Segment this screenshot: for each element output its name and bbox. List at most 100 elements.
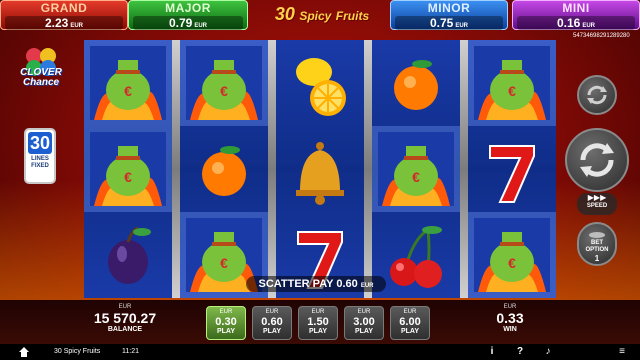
jackpot-minor: MINOR 0.75 EUR <box>390 0 508 30</box>
menu-icon[interactable]: ≡ <box>614 344 630 360</box>
speed-label: SPEED <box>586 203 608 209</box>
bet-button[interactable]: EUR 0.60 PLAY <box>252 306 292 340</box>
jackpot-mini-name: MINI <box>562 1 590 15</box>
lemon-icon <box>296 58 346 116</box>
svg-text:€: € <box>124 83 132 99</box>
svg-text:€: € <box>508 83 516 99</box>
jackpot-major-value-row: 0.79 EUR <box>133 16 243 30</box>
bet-currency: EUR <box>403 309 417 315</box>
scatter-pay-banner: SCATTER PAY 0.60 EUR <box>246 276 386 292</box>
jackpot-grand-currency: EUR <box>70 23 84 29</box>
jackpot-major-name: MAJOR <box>165 1 211 15</box>
seven-icon <box>489 145 535 203</box>
plum-icon <box>108 226 151 284</box>
info-icon[interactable]: i <box>484 344 500 360</box>
game-logo: 30 Spicy Fruits <box>260 4 384 30</box>
bet-currency: EUR <box>219 309 233 315</box>
orange-icon <box>394 60 438 110</box>
svg-text:€: € <box>124 169 132 185</box>
jackpot-major: MAJOR 0.79 EUR <box>128 0 248 30</box>
bet-play-label: PLAY <box>400 328 420 335</box>
reel-symbol: € <box>468 212 556 298</box>
speed-icon: ▶▶▶ <box>587 193 607 202</box>
jackpot-grand: GRAND 2.23 EUR <box>0 0 128 30</box>
bet-play-label: PLAY <box>262 328 282 335</box>
home-icon[interactable] <box>18 346 30 358</box>
bet-option-button[interactable]: BET OPTION 1 <box>577 222 617 266</box>
bet-value: 6.00 <box>399 316 421 328</box>
spin-button[interactable] <box>565 128 629 192</box>
sound-icon[interactable]: ♪ <box>540 344 556 360</box>
jackpot-grand-value: 2.23 <box>44 16 69 30</box>
status-bar: 30 Spicy Fruits 11:21 i ? ♪ ≡ <box>0 344 640 360</box>
bet-currency: EUR <box>311 309 325 315</box>
help-icon[interactable]: ? <box>512 344 528 360</box>
reel-symbol <box>468 126 556 212</box>
lines-count: 30 <box>28 132 52 154</box>
reel-symbol: € <box>372 126 460 212</box>
clover-chance-label: CLOVER Chance <box>10 68 72 88</box>
svg-text:€: € <box>412 169 420 185</box>
logo-word2: Fruits <box>335 9 370 23</box>
balance-label: BALANCE <box>107 326 143 333</box>
bet-value: 1.50 <box>307 316 329 328</box>
bet-option-label1: BET <box>591 240 603 246</box>
reel-2: € € <box>180 40 268 298</box>
bet-value: 3.00 <box>353 316 375 328</box>
logo-word: Spicy <box>299 9 332 23</box>
autoplay-button[interactable] <box>577 75 617 115</box>
reel-symbol: € <box>180 40 268 126</box>
svg-text:€: € <box>220 83 228 99</box>
balance-value: 15 570.27 <box>93 310 157 326</box>
bet-button[interactable]: EUR 1.50 PLAY <box>298 306 338 340</box>
reel-4: € <box>372 40 460 298</box>
logo-number: 30 <box>274 4 295 24</box>
jackpot-minor-currency: EUR <box>455 23 469 29</box>
bet-play-label: PLAY <box>354 328 374 335</box>
bet-button[interactable]: EUR 0.30 PLAY <box>206 306 246 340</box>
game-screen: GRAND 2.23 EUR MAJOR 0.79 EUR 30 Spicy Fru… <box>0 0 640 360</box>
jackpot-grand-name: GRAND <box>40 1 88 15</box>
scatter-label: SCATTER PAY <box>258 278 334 290</box>
bet-button[interactable]: EUR 6.00 PLAY <box>390 306 430 340</box>
reel-symbol: € <box>468 40 556 126</box>
ticket-id: 54734698291289280 <box>573 33 630 39</box>
reel-1: € € <box>84 40 172 298</box>
lines-indicator: 30 LINES FIXED <box>24 128 56 184</box>
bet-value: 0.30 <box>215 316 237 328</box>
speed-button[interactable]: ▶▶▶ SPEED <box>577 193 617 215</box>
clock: 11:21 <box>122 348 139 355</box>
jackpot-mini: MINI 0.16 EUR <box>512 0 640 30</box>
jackpot-mini-value-row: 0.16 EUR <box>517 16 635 30</box>
bet-play-label: PLAY <box>308 328 328 335</box>
orange-icon <box>202 146 246 196</box>
reel-symbol <box>276 126 364 212</box>
bet-button[interactable]: EUR 3.00 PLAY <box>344 306 384 340</box>
svg-text:€: € <box>220 255 228 271</box>
reel-symbol <box>372 40 460 126</box>
reel-separator <box>364 40 372 298</box>
bet-option-value: 1 <box>594 254 600 263</box>
bet-value: 0.60 <box>261 316 283 328</box>
reel-3 <box>276 40 364 298</box>
reel-separator <box>172 40 180 298</box>
jackpot-mini-value: 0.16 <box>556 16 581 30</box>
scatter-currency: EUR <box>360 283 374 289</box>
lines-fixed-label: FIXED <box>31 163 49 169</box>
win-display: EUR 0.33 WIN <box>480 304 540 334</box>
reel-symbol <box>276 40 364 126</box>
money-bag-icon: € <box>90 132 166 206</box>
autoplay-icon <box>587 85 607 105</box>
reels-area: € € € € € € € <box>84 40 556 298</box>
clover-line2: Chance <box>22 77 60 88</box>
money-bag-icon: € <box>90 46 166 120</box>
bet-option-label2: OPTION <box>585 247 609 253</box>
money-bag-icon: € <box>474 46 550 120</box>
svg-text:€: € <box>508 255 516 271</box>
jackpot-minor-value: 0.75 <box>429 16 454 30</box>
money-bag-icon: € <box>474 218 550 292</box>
reel-separator <box>460 40 468 298</box>
reel-separator <box>268 40 276 298</box>
win-label: WIN <box>503 326 517 333</box>
game-title: 30 Spicy Fruits <box>54 348 101 355</box>
